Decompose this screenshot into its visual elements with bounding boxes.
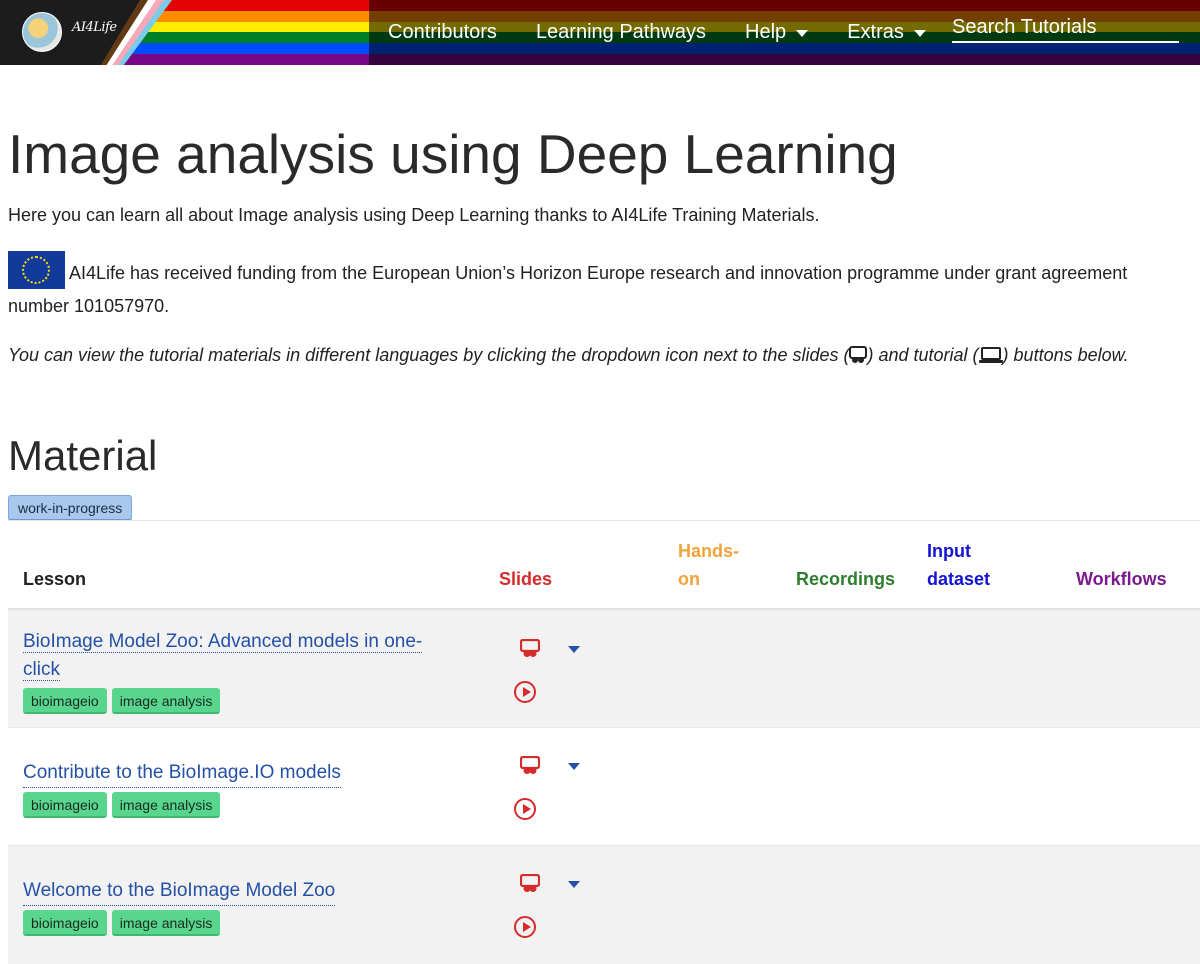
- play-icon[interactable]: [514, 916, 536, 938]
- tag-list: bioimageio image analysis: [23, 792, 225, 818]
- chevron-down-icon[interactable]: [568, 646, 580, 653]
- table-header: Lesson Slides Hands-on Recordings Input d…: [8, 521, 1200, 610]
- nav-learning-pathways-label: Learning Pathways: [535, 21, 707, 43]
- nav-help-dropdown[interactable]: Help: [745, 21, 809, 44]
- tag-badge[interactable]: bioimageio: [23, 792, 107, 818]
- brand-name[interactable]: AI4Life: [72, 20, 117, 35]
- note-part-1: You can view the tutorial materials in d…: [8, 345, 850, 365]
- intro-text: Here you can learn all about Image analy…: [8, 205, 820, 225]
- table-row: Welcome to the BioImage Model Zoo bioima…: [8, 846, 1200, 964]
- header-input-line2: dataset: [927, 569, 991, 589]
- lesson-link[interactable]: Welcome to the BioImage Model Zoo: [23, 877, 336, 906]
- material-heading: Material: [8, 432, 158, 479]
- tag-badge[interactable]: bioimageio: [23, 688, 107, 714]
- header-hands-on-line1: Hands-: [678, 541, 740, 561]
- tag-list: bioimageio image analysis: [23, 688, 225, 714]
- header-input-dataset[interactable]: Input dataset: [927, 537, 990, 593]
- language-note: You can view the tutorial materials in d…: [8, 341, 1198, 369]
- note-part-2: ) and tutorial (: [867, 345, 979, 365]
- nav-menu: Contributors Learning Pathways Help Extr…: [388, 0, 965, 65]
- table-row: Contribute to the BioImage.IO models bio…: [8, 728, 1200, 846]
- note-part-3: ) buttons below.: [1002, 345, 1129, 365]
- tag-badge[interactable]: bioimageio: [23, 910, 107, 936]
- slides-icon[interactable]: [520, 756, 540, 776]
- lesson-link[interactable]: BioImage Model Zoo: Advanced models in o…: [23, 628, 423, 684]
- navbar: AI4Life Contributors Learning Pathways H…: [0, 0, 1200, 65]
- nav-help-label: Help: [745, 21, 787, 43]
- tag-badge[interactable]: image analysis: [111, 910, 221, 936]
- lesson-title-line2: click: [23, 659, 60, 681]
- page-title: Image analysis using Deep Learning: [8, 123, 898, 185]
- search-input[interactable]: [952, 14, 1179, 43]
- header-workflows[interactable]: Workflows: [1076, 565, 1167, 593]
- header-recordings[interactable]: Recordings: [796, 565, 895, 593]
- chevron-down-icon[interactable]: [568, 763, 580, 770]
- nav-learning-pathways[interactable]: Learning Pathways: [536, 21, 706, 44]
- table-row: BioImage Model Zoo: Advanced models in o…: [8, 610, 1200, 728]
- laptop-icon: [978, 347, 1003, 363]
- tag-list: bioimageio image analysis: [23, 910, 225, 936]
- status-badge: work-in-progress: [8, 495, 133, 521]
- play-icon[interactable]: [514, 681, 536, 703]
- chevron-down-icon: [796, 30, 809, 37]
- logo-icon[interactable]: [22, 12, 62, 52]
- header-hands-on[interactable]: Hands-on: [678, 537, 739, 593]
- lesson-title-line1: BioImage Model Zoo: Advanced models in o…: [23, 631, 423, 653]
- tag-badge[interactable]: image analysis: [111, 792, 221, 818]
- nav-extras-label: Extras: [847, 21, 904, 43]
- chevron-down-icon[interactable]: [568, 881, 580, 888]
- header-hands-on-line2: on: [678, 569, 700, 589]
- nav-contributors[interactable]: Contributors: [388, 21, 497, 44]
- nav-contributors-label: Contributors: [388, 21, 497, 43]
- slides-icon[interactable]: [520, 639, 540, 659]
- slides-icon: [849, 346, 868, 363]
- header-lesson[interactable]: Lesson: [23, 565, 86, 593]
- nav-extras-dropdown[interactable]: Extras: [847, 21, 926, 44]
- tag-badge[interactable]: image analysis: [111, 688, 221, 714]
- header-slides[interactable]: Slides: [499, 565, 552, 593]
- play-icon[interactable]: [514, 798, 536, 820]
- funding-text: AI4Life has received funding from the Eu…: [8, 263, 1128, 316]
- chevron-down-icon: [913, 30, 926, 37]
- materials-table: Lesson Slides Hands-on Recordings Input d…: [8, 520, 1200, 964]
- header-input-line1: Input: [927, 541, 971, 561]
- slides-icon[interactable]: [520, 874, 540, 894]
- lesson-link[interactable]: Contribute to the BioImage.IO models: [23, 759, 341, 788]
